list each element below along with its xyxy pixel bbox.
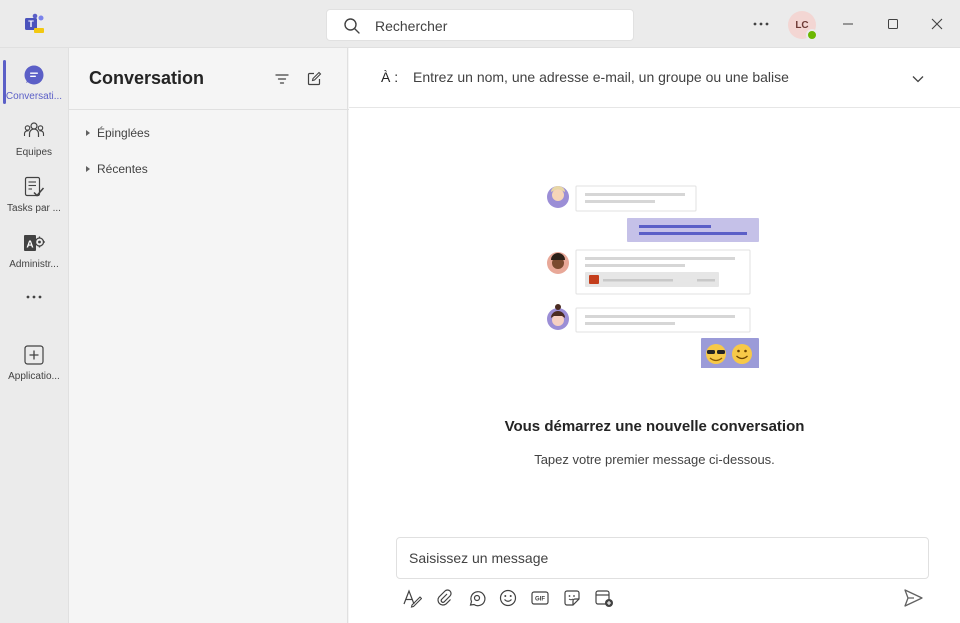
rail-label: Équipes (15, 147, 53, 158)
teams-icon[interactable]: T (24, 13, 46, 35)
list-header: Conversation (69, 48, 349, 110)
rail-label: Conversati... (5, 91, 63, 102)
rail-more-apps-button[interactable] (0, 282, 68, 312)
caret-right-icon (86, 166, 90, 172)
schedule-meeting-icon (595, 590, 613, 607)
attach-button[interactable] (434, 588, 454, 608)
recipient-input[interactable]: Entrez un nom, une adresse e-mail, un gr… (413, 69, 789, 85)
conversation-list-panel: Conversation Épinglées Récentes (68, 48, 349, 623)
new-chat-button[interactable] (303, 68, 325, 90)
rail-label: Tasks par ... (7, 203, 61, 214)
svg-text:T: T (28, 19, 34, 29)
presence-available-icon (806, 29, 818, 41)
filter-button[interactable] (271, 68, 293, 90)
rail-item-conversation[interactable]: Conversati... (0, 54, 68, 110)
to-label: À : (381, 69, 399, 85)
search-placeholder: Rechercher (375, 18, 448, 34)
gif-icon: GIF (531, 591, 549, 605)
recipient-bar: À : Entrez un nom, une adresse e-mail, u… (349, 48, 960, 108)
svg-text:A: A (26, 240, 33, 251)
rail-item-applications[interactable]: Applicatio... (0, 334, 68, 390)
empty-state-title: Vous démarrez une nouvelle conversation (504, 418, 805, 435)
rail-item-teams[interactable]: Équipes (0, 110, 68, 166)
schedule-meeting-button[interactable] (594, 588, 614, 608)
teams-people-icon (23, 122, 45, 137)
close-button[interactable] (925, 12, 949, 36)
format-icon (403, 589, 422, 608)
avatar[interactable]: LC (788, 11, 818, 41)
more-horizontal-icon (753, 22, 769, 26)
attach-icon (437, 589, 452, 606)
filter-icon (275, 74, 289, 84)
main-conversation-area: À : Entrez un nom, une adresse e-mail, u… (349, 48, 960, 623)
title-bar: T Rechercher LC (0, 0, 960, 48)
new-conversation-illustration (547, 185, 759, 368)
empty-state-subtitle: Tapez votre premier message ci-dessous. (534, 452, 775, 467)
rail-label: Applicatio... (8, 371, 60, 382)
more-options-button[interactable] (749, 12, 773, 36)
minimize-button[interactable] (836, 12, 860, 36)
message-input[interactable] (409, 538, 909, 578)
minimize-icon (843, 23, 853, 25)
sticker-button[interactable] (562, 588, 582, 608)
section-label: Épinglées (97, 126, 150, 140)
caret-right-icon (86, 130, 90, 136)
rail-item-tasks[interactable]: Tasks par ... (0, 166, 68, 222)
emoji-button[interactable] (498, 588, 518, 608)
emoji-icon (499, 589, 517, 607)
chevron-down-icon[interactable] (909, 70, 927, 88)
more-horizontal-icon (26, 295, 42, 299)
search-icon (344, 18, 360, 34)
gif-button[interactable]: GIF (530, 588, 550, 608)
app-rail: Conversati... Équipes Tasks par ... A Ad… (0, 48, 68, 623)
chat-icon (24, 65, 44, 85)
section-recent[interactable]: Récentes (83, 159, 148, 179)
maximize-icon (888, 19, 898, 29)
send-icon[interactable] (902, 587, 924, 609)
loop-button[interactable] (466, 588, 486, 608)
tasks-icon (24, 176, 45, 197)
compose-icon (307, 71, 322, 86)
message-composer[interactable] (396, 537, 929, 579)
search-box[interactable]: Rechercher (326, 9, 634, 41)
maximize-button[interactable] (881, 12, 905, 36)
page-title: Conversation (89, 68, 205, 88)
avatar-initials: LC (795, 19, 809, 31)
rail-label: Administr... (9, 259, 59, 270)
rail-item-admin[interactable]: A Administr... (0, 222, 68, 278)
admin-icon: A (24, 235, 45, 251)
sticker-icon (564, 590, 580, 606)
svg-text:GIF: GIF (535, 597, 545, 603)
format-button[interactable] (402, 588, 422, 608)
close-icon (931, 18, 943, 30)
section-label: Récentes (97, 162, 148, 176)
section-pinned[interactable]: Épinglées (83, 123, 150, 143)
loop-icon (469, 591, 486, 607)
add-apps-icon (24, 345, 44, 365)
